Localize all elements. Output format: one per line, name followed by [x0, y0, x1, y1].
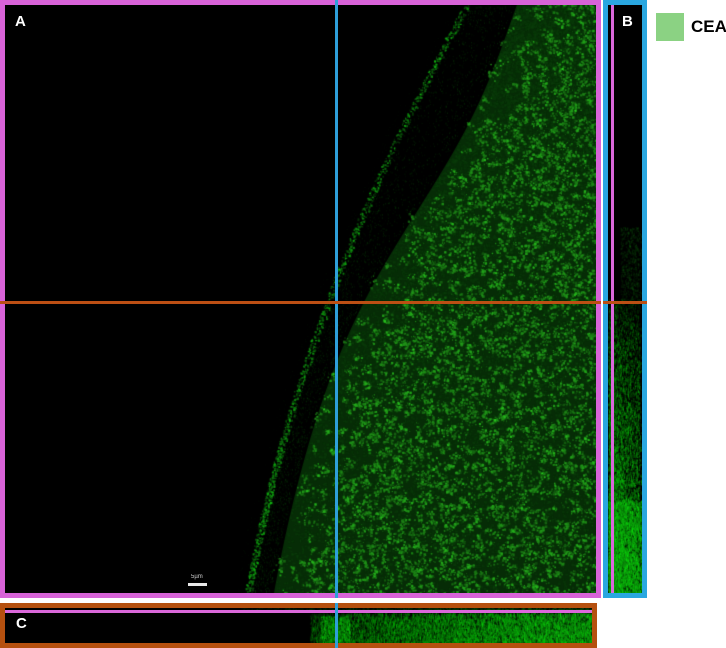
panel-a-label: A: [15, 13, 26, 30]
legend-label: CEA: [691, 17, 726, 37]
microscopy-figure: A B C 5µm CEA: [0, 0, 726, 648]
legend-swatch: [656, 13, 684, 41]
crosshair-horizontal-b: [603, 301, 647, 304]
crosshair-horizontal-a: [0, 301, 601, 304]
panel-b: [603, 0, 647, 598]
slice-marker-b: [611, 5, 614, 593]
crosshair-vertical-c: [335, 603, 338, 648]
slice-marker-c: [5, 610, 592, 613]
panel-a: [0, 0, 601, 598]
panel-c-label: C: [16, 615, 27, 632]
panel-a-image: [5, 5, 596, 593]
legend: CEA: [656, 13, 726, 41]
crosshair-vertical-a: [335, 0, 338, 598]
panel-c-image: [5, 608, 592, 643]
scale-bar-label: 5µm: [191, 574, 203, 580]
scale-bar: [188, 583, 207, 586]
panel-b-label: B: [622, 13, 633, 30]
